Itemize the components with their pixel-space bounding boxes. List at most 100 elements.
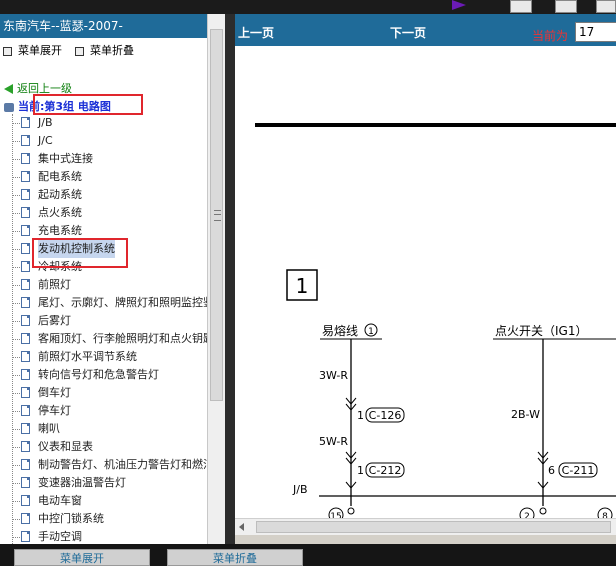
tree-item-label: 电动车窗 (38, 494, 82, 507)
tree-item-label: 前照灯 (38, 278, 71, 291)
scroll-grip-icon (214, 210, 221, 221)
jb-label: J/B (292, 483, 308, 496)
tree-item-label: 点火系统 (38, 206, 82, 219)
diagram-scroll-thumb[interactable] (256, 521, 611, 533)
toolbar-icon-3[interactable] (596, 0, 616, 13)
document-icon (21, 297, 30, 308)
tree-connector (12, 519, 20, 520)
tree-item-label: 喇叭 (38, 422, 60, 435)
conn2-pin: 1 (357, 464, 364, 477)
document-icon (21, 387, 30, 398)
expand-menu-option[interactable]: 菜单展开 (3, 42, 62, 58)
document-icon (21, 315, 30, 326)
scroll-left-icon[interactable] (239, 523, 244, 531)
tree-connector (12, 285, 20, 286)
tree-item-label: 配电系统 (38, 170, 82, 183)
tree-connector (12, 213, 20, 214)
tree-connector (12, 411, 20, 412)
tree-item-label: 客厢顶灯、行李舱照明灯和点火钥匙 (38, 332, 214, 345)
document-icon (21, 495, 30, 506)
document-icon (21, 459, 30, 470)
menu-scrollbar[interactable] (207, 14, 225, 544)
document-icon (21, 243, 30, 254)
tree-item-label: 倒车灯 (38, 386, 71, 399)
viewer-header: 上一页 下一页 当前为 (235, 14, 616, 46)
tree-connector (12, 537, 20, 538)
tree-item-label: 前照灯水平调节系统 (38, 350, 137, 363)
section-number: 1 (296, 274, 309, 298)
wire-label-3: 2B-W (511, 408, 540, 421)
back-arrow-icon (4, 84, 13, 94)
tree-connector (12, 375, 20, 376)
connector-3: C-211 (562, 464, 595, 477)
tree-connector (12, 195, 20, 196)
tree-connector (12, 465, 20, 466)
tree-connector (12, 321, 20, 322)
fuse-number: 1 (368, 327, 374, 337)
page-number-input[interactable] (575, 22, 616, 42)
panel-divider[interactable] (225, 14, 235, 544)
tree-item-label: 中控门锁系统 (38, 512, 104, 525)
document-icon (21, 423, 30, 434)
document-icon (21, 135, 30, 146)
tree-item-label: 转向信号灯和危急警告灯 (38, 368, 159, 381)
tree-connector (12, 447, 20, 448)
wire-label-2: 5W-R (319, 435, 348, 448)
document-icon (21, 405, 30, 416)
tree-connector (12, 483, 20, 484)
document-icon (21, 441, 30, 452)
tree-connector (12, 177, 20, 178)
tree-item-label: 尾灯、示廓灯、牌照灯和照明监控鉴 (38, 296, 214, 309)
connector-1: C-126 (369, 409, 402, 422)
tree-item-label: 制动警告灯、机油压力警告灯和燃油 (38, 458, 214, 471)
menu-panel: 东南汽车--蓝瑟-2007- 菜单展开 菜单折叠 返回上一级 当前:第3组 电路… (0, 14, 225, 544)
prev-page-button[interactable]: 上一页 (238, 24, 274, 41)
bottom-expand-button[interactable]: 菜单展开 (14, 549, 150, 566)
tree-connector (12, 231, 20, 232)
bottom-collapse-button[interactable]: 菜单折叠 (167, 549, 303, 566)
tree-line (12, 114, 13, 544)
tree-connector (12, 501, 20, 502)
tree-connector (12, 249, 20, 250)
tree-item-label: 停车灯 (38, 404, 71, 417)
computer-icon (4, 102, 14, 112)
tree-connector (12, 159, 20, 160)
bottom-bar: 菜单展开 菜单折叠 (0, 544, 616, 566)
document-icon (21, 207, 30, 218)
document-icon (21, 531, 30, 542)
tree-item-label: 集中式连接 (38, 152, 93, 165)
document-icon (21, 261, 30, 272)
document-icon (21, 513, 30, 524)
document-icon (21, 477, 30, 488)
expand-label: 菜单展开 (18, 44, 62, 57)
ignition-label: 点火开关（IG1） (495, 324, 587, 338)
collapse-menu-option[interactable]: 菜单折叠 (75, 42, 134, 58)
tree-item-label: 仪表和显表 (38, 440, 93, 453)
expand-icon (3, 46, 12, 56)
document-icon (21, 171, 30, 182)
toolbar-icon-1[interactable] (510, 0, 532, 13)
wire-label-1: 3W-R (319, 369, 348, 382)
tree-connector (12, 123, 20, 124)
tree-connector (12, 303, 20, 304)
annotation-box-current (33, 94, 143, 115)
top-toolbar (0, 0, 616, 14)
connector-2: C-212 (369, 464, 402, 477)
toolbar-icon-2[interactable] (555, 0, 577, 13)
collapse-icon (75, 46, 84, 56)
document-icon (21, 153, 30, 164)
tree-item-label: 起动系统 (38, 188, 82, 201)
next-page-button[interactable]: 下一页 (390, 24, 426, 41)
menu-scroll-thumb[interactable] (210, 29, 223, 401)
fuse-label: 易熔线 (322, 323, 358, 338)
document-icon (21, 117, 30, 128)
conn1-pin: 1 (357, 409, 364, 422)
annotation-box-selected (32, 238, 128, 268)
tree-item-label: J/B (38, 116, 53, 129)
play-icon[interactable] (452, 0, 466, 10)
diagram-hscrollbar[interactable] (235, 518, 616, 535)
document-icon (21, 333, 30, 344)
tree-item-label: J/C (38, 134, 53, 147)
document-icon (21, 189, 30, 200)
tree-connector (12, 339, 20, 340)
